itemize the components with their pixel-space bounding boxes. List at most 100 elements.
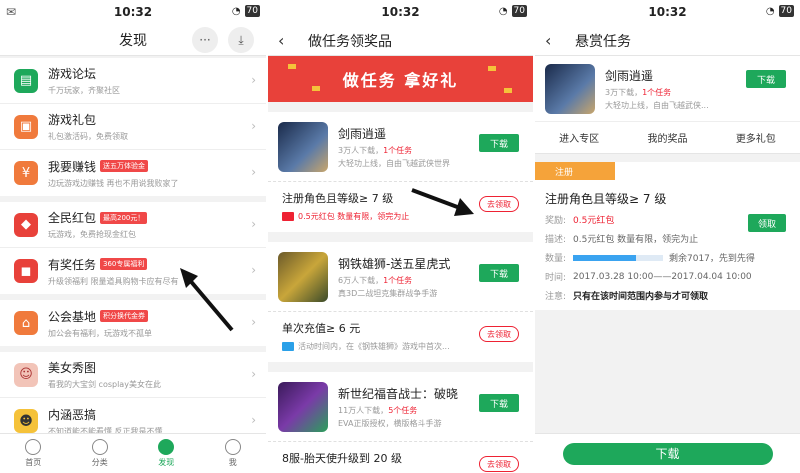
discover-header: 发现 ··· ⤓ bbox=[0, 24, 266, 56]
desc-label: 描述: bbox=[545, 235, 567, 245]
menu-group-4: ☺ 美女秀图 看我的大宝剑 cosplay美女在此 › ☻ 内涵恶搞 不知道能不… bbox=[0, 352, 266, 444]
menu-item-red-envelope[interactable]: ◆ 全民红包 最高200元！ 玩游戏，免费抢现金红包 › bbox=[0, 202, 266, 248]
tab-more-gifts[interactable]: 更多礼包 bbox=[736, 130, 776, 145]
claim-button[interactable]: 领取 bbox=[748, 214, 786, 232]
status-time: 10:32 bbox=[113, 5, 153, 19]
promo-badge: 最高200元！ bbox=[100, 211, 148, 224]
menu-item-reward-task[interactable]: ◼ 有奖任务 360专属福利 升级领福利 限量道具购物卡应有尽有 › bbox=[0, 248, 266, 294]
game-icon bbox=[278, 381, 328, 432]
task-row[interactable]: 注册角色且等级≥ 7 级 0.5元红包 数量有限，领完为止 去领取 bbox=[268, 182, 533, 232]
download-button[interactable]: 下载 bbox=[479, 134, 519, 152]
game-name: 新世纪福音战士：破晓 bbox=[338, 386, 459, 401]
menu-item-subtitle: 玩游戏，免费抢现金红包 bbox=[48, 230, 136, 239]
status-bar: ✉ 10:32 ◔ 70 bbox=[0, 0, 266, 24]
funny-icon: ☻ bbox=[14, 409, 38, 433]
download-button[interactable]: 下载 bbox=[479, 264, 519, 282]
menu-item-subtitle: 加公会有福利，玩游戏不孤单 bbox=[48, 328, 152, 338]
menu-group-1: ▤ 游戏论坛 千万玩家，齐聚社区 › ▣ 游戏礼包 礼包激活码，免费领取 › ¥… bbox=[0, 58, 266, 196]
game-desc: 真3D二战坦克集群战争手游 bbox=[338, 288, 438, 298]
menu-item-forum[interactable]: ▤ 游戏论坛 千万玩家，齐聚社区 › bbox=[0, 58, 266, 104]
menu-item-title: 游戏论坛 bbox=[48, 67, 97, 81]
menu-item-gift[interactable]: ▣ 游戏礼包 礼包激活码，免费领取 › bbox=[0, 104, 266, 150]
menu-item-title: 内涵恶搞 bbox=[48, 407, 97, 422]
game-name: 剑雨逍遥 bbox=[605, 68, 654, 83]
claim-button[interactable]: 去领取 bbox=[479, 456, 519, 472]
back-arrow-icon[interactable]: ‹ bbox=[278, 31, 294, 50]
calendar-icon bbox=[282, 342, 294, 351]
claim-button[interactable]: 去领取 bbox=[479, 196, 519, 212]
battery-icon: 70 bbox=[778, 5, 794, 17]
menu-item-subtitle: 千万玩家，齐聚社区 bbox=[48, 86, 120, 95]
wifi-icon: ◔ bbox=[765, 5, 775, 17]
menu-item-beauty[interactable]: ☺ 美女秀图 看我的大宝剑 cosplay美女在此 › bbox=[0, 352, 266, 398]
discover-panel: ✉ 10:32 ◔ 70 发现 ··· ⤓ ▤ 游戏论坛 千万玩家，齐聚社区 › … bbox=[0, 0, 266, 473]
chevron-right-icon: › bbox=[251, 119, 256, 133]
download-button[interactable]: 下载 bbox=[479, 394, 519, 412]
task-row[interactable]: 单次充值≥ 6 元 活动时间内，在《钢铁雄狮》游戏中首次... 去领取 bbox=[268, 312, 533, 362]
confetti bbox=[312, 86, 320, 91]
battery-icon: 70 bbox=[511, 5, 527, 17]
game-desc: EVA正版授权，横版格斗手游 bbox=[338, 418, 442, 428]
game-row[interactable]: 新世纪福音战士：破晓 11万人下载，5个任务 EVA正版授权，横版格斗手游 下载 bbox=[268, 372, 533, 442]
note-line: 注意: 只有在该时间范围内参与才可领取 bbox=[545, 289, 800, 302]
confetti bbox=[488, 66, 496, 71]
download-count: 6万人下载， bbox=[338, 275, 384, 285]
task-detail: 注册 注册角色且等级≥ 7 级 领取 奖励: 0.5元红包 描述: 0.5元红包 数… bbox=[535, 162, 800, 310]
game-summary[interactable]: 剑雨逍遥 3万下载，1个任务 大轻功上线，自由飞越武侠... 下载 bbox=[535, 56, 800, 122]
game-card: 剑雨逍遥 3万人下载，1个任务 大轻功上线，自由飞越武侠世界 下载 注册角色且等… bbox=[268, 112, 533, 232]
forum-icon: ▤ bbox=[14, 68, 38, 93]
confetti bbox=[504, 88, 512, 93]
task-count: 1个任务 bbox=[383, 275, 413, 285]
quantity-progress-bar bbox=[573, 254, 663, 261]
game-name: 钢铁雄狮-送五星虎式 bbox=[338, 256, 451, 271]
game-card: 新世纪福音战士：破晓 11万人下载，5个任务 EVA正版授权，横版格斗手游 下载… bbox=[268, 372, 533, 473]
game-card: 钢铁雄狮-送五星虎式 6万人下载，1个任务 真3D二战坦克集群战争手游 下载 单… bbox=[268, 242, 533, 362]
tab-label: 发现 bbox=[158, 458, 175, 467]
time-line: 时间: 2017.03.28 10:00——2017.04.04 10:00 bbox=[545, 270, 800, 284]
task-count: 5个任务 bbox=[388, 405, 418, 415]
promo-badge: 送五万体验金 bbox=[100, 160, 149, 172]
chevron-right-icon: › bbox=[251, 315, 256, 329]
red-envelope-icon bbox=[282, 212, 294, 221]
task-reward-icon: ◼ bbox=[14, 259, 38, 283]
menu-group-2: ◆ 全民红包 最高200元！ 玩游戏，免费抢现金红包 › ◼ 有奖任务 360专属福… bbox=[0, 202, 266, 294]
tab-me[interactable]: 我 bbox=[200, 434, 267, 473]
menu-item-subtitle: 边玩游戏边赚钱 再也不用说我败家了 bbox=[48, 178, 179, 188]
game-row[interactable]: 剑雨逍遥 3万人下载，1个任务 大轻功上线，自由飞越武侠世界 下载 bbox=[268, 112, 533, 182]
chevron-right-icon: › bbox=[251, 165, 256, 179]
tab-category[interactable]: 分类 bbox=[67, 434, 134, 473]
tab-home[interactable]: 首页 bbox=[0, 434, 67, 473]
download-button[interactable]: 下载 bbox=[746, 70, 786, 88]
download-button[interactable]: 下载 bbox=[562, 442, 773, 465]
status-time: 10:32 bbox=[648, 5, 687, 19]
menu-item-title: 公会基地 bbox=[48, 309, 97, 324]
status-bar: 10:32 ◔ 70 bbox=[535, 0, 800, 24]
message-icon[interactable]: ··· bbox=[192, 27, 218, 53]
reward-value: 0.5元红包 bbox=[573, 216, 615, 226]
tab-my-prizes[interactable]: 我的奖品 bbox=[647, 130, 687, 145]
tab-enter-zone[interactable]: 进入专区 bbox=[559, 130, 599, 145]
game-desc: 大轻功上线，自由飞越武侠... bbox=[605, 100, 709, 110]
menu-group-3: ⌂ 公会基地 积分换代金券 加公会有福利，玩游戏不孤单 › bbox=[0, 300, 266, 346]
tab-label: 首页 bbox=[25, 458, 42, 467]
note-label: 注意: bbox=[545, 292, 567, 302]
task-count: 1个任务 bbox=[383, 145, 413, 155]
menu-item-guild[interactable]: ⌂ 公会基地 积分换代金券 加公会有福利，玩游戏不孤单 › bbox=[0, 300, 266, 346]
menu-item-money[interactable]: ¥ 我要赚钱 送五万体验金 边玩游戏边赚钱 再也不用说我败家了 › bbox=[0, 150, 266, 196]
menu-item-title: 有奖任务 bbox=[48, 257, 97, 272]
page-title: 做任务领奖品 bbox=[308, 34, 392, 50]
claim-button[interactable]: 去领取 bbox=[479, 326, 519, 342]
download-icon[interactable]: ⤓ bbox=[228, 27, 254, 53]
game-icon bbox=[545, 63, 595, 114]
tab-discover[interactable]: 发现 bbox=[133, 434, 200, 473]
download-count: 11万人下载， bbox=[338, 405, 389, 415]
chevron-right-icon: › bbox=[251, 217, 256, 231]
promo-banner[interactable]: 做任务 拿好礼 bbox=[268, 56, 533, 102]
tasks-header: ‹ 做任务领奖品 bbox=[268, 24, 533, 56]
reward-label: 奖励: bbox=[545, 216, 567, 226]
task-row[interactable]: 8服-胎天使升级到 20 级 去领取 bbox=[268, 442, 533, 473]
promo-badge: 360专属福利 bbox=[100, 258, 148, 270]
back-arrow-icon[interactable]: ‹ bbox=[545, 31, 561, 50]
menu-item-subtitle: 礼包激活码，免费领取 bbox=[48, 132, 128, 141]
game-row[interactable]: 钢铁雄狮-送五星虎式 6万人下载，1个任务 真3D二战坦克集群战争手游 下载 bbox=[268, 242, 533, 312]
